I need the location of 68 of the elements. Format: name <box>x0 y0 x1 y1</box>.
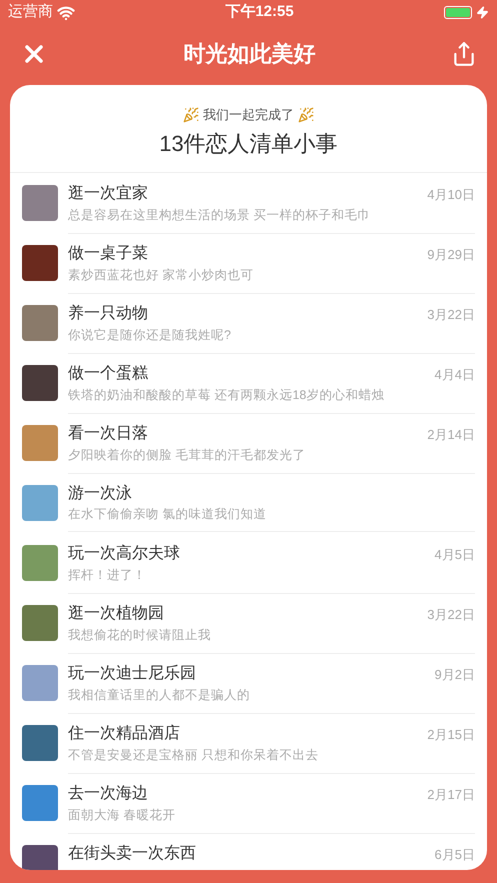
item-title: 做一个蛋糕 <box>68 362 148 382</box>
item-subtitle: 面朝大海 春暖花开 <box>68 807 176 824</box>
photo-placeholder <box>22 484 58 520</box>
page-title: 时光如此美好 <box>184 40 316 68</box>
item-subtitle: 我想偷花的时候请阻止我 <box>68 627 212 644</box>
list-item[interactable]: 逛一次植物园 3月22日 我想偷花的时候请阻止我 <box>10 592 487 652</box>
list-item[interactable]: 游一次泳 在水下偷偷亲吻 氯的味道我们知道 <box>10 472 487 532</box>
photo-placeholder <box>22 784 58 820</box>
list-item[interactable]: 在街头卖一次东西 6月5日 <box>10 832 487 870</box>
item-subtitle: 不管是安曼还是宝格丽 只想和你呆着不出去 <box>68 747 320 764</box>
photo-placeholder <box>22 544 58 580</box>
item-title: 游一次泳 <box>68 482 132 502</box>
completion-headline: 13件恋人清单小事 <box>159 130 338 158</box>
item-date: 2月17日 <box>427 786 475 804</box>
item-title: 在街头卖一次东西 <box>68 842 196 862</box>
photo-placeholder <box>22 184 58 220</box>
carrier-name: 运营商 <box>8 2 53 22</box>
item-date: 4月5日 <box>434 546 475 564</box>
photo-placeholder <box>22 304 58 340</box>
list-item[interactable]: 逛一次宜家 4月10日 总是容易在这里构想生活的场景 买一样的杯子和毛巾 <box>10 172 487 232</box>
battery-icon <box>444 6 472 19</box>
item-subtitle: 在水下偷偷亲吻 氯的味道我们知道 <box>68 506 268 522</box>
wifi-icon <box>57 4 75 22</box>
item-date: 2月15日 <box>427 726 475 744</box>
item-subtitle: 铁塔的奶油和酸酸的草莓 还有两颗永远18岁的心和蜡烛 <box>68 387 386 404</box>
photo-placeholder <box>22 604 58 640</box>
item-title: 看一次日落 <box>68 422 148 442</box>
list-item[interactable]: 养一只动物 3月22日 你说它是随你还是随我姓呢? <box>10 292 487 352</box>
item-date: 9月2日 <box>434 666 475 684</box>
item-date: 2月14日 <box>427 426 475 444</box>
item-date: 6月5日 <box>434 846 475 864</box>
charging-icon <box>476 6 489 19</box>
item-subtitle: 你说它是随你还是随我姓呢? <box>68 327 232 344</box>
item-date: 4月10日 <box>427 186 475 204</box>
photo-placeholder <box>22 424 58 460</box>
status-time: 下午12:55 <box>225 2 294 22</box>
photo-placeholder <box>22 664 58 700</box>
list-item[interactable]: 看一次日落 2月14日 夕阳映着你的侧脸 毛茸茸的汗毛都发光了 <box>10 412 487 472</box>
item-date: 3月22日 <box>427 606 475 624</box>
photo-placeholder <box>22 244 58 280</box>
item-title: 玩一次迪士尼乐园 <box>68 662 196 682</box>
item-title: 养一只动物 <box>68 302 148 322</box>
list-item[interactable]: 玩一次迪士尼乐园 9月2日 我相信童话里的人都不是骗人的 <box>10 652 487 712</box>
item-title: 玩一次高尔夫球 <box>68 542 180 562</box>
item-date: 9月29日 <box>427 246 475 264</box>
party-popper-icon <box>183 106 199 123</box>
list-item[interactable]: 玩一次高尔夫球 4月5日 挥杆！进了！ <box>10 532 487 592</box>
item-title: 逛一次植物园 <box>68 602 164 622</box>
completion-caption: 我们一起完成了 <box>203 106 294 124</box>
item-title: 住一次精品酒店 <box>68 722 180 742</box>
item-subtitle: 我相信童话里的人都不是骗人的 <box>68 687 251 704</box>
item-date: 4月4日 <box>434 366 475 384</box>
item-subtitle: 挥杆！进了！ <box>68 567 147 584</box>
list-item[interactable]: 去一次海边 2月17日 面朝大海 春暖花开 <box>10 772 487 832</box>
list-item[interactable]: 住一次精品酒店 2月15日 不管是安曼还是宝格丽 只想和你呆着不出去 <box>10 712 487 772</box>
item-subtitle: 素炒西蓝花也好 家常小炒肉也可 <box>68 267 254 284</box>
list-item[interactable]: 做一桌子菜 9月29日 素炒西蓝花也好 家常小炒肉也可 <box>10 232 487 292</box>
list-item[interactable]: 做一个蛋糕 4月4日 铁塔的奶油和酸酸的草莓 还有两颗永远18岁的心和蜡烛 <box>10 352 487 412</box>
photo-placeholder <box>22 364 58 400</box>
item-subtitle: 总是容易在这里构想生活的场景 买一样的杯子和毛巾 <box>68 207 372 224</box>
photo-placeholder <box>22 844 58 870</box>
item-title: 做一桌子菜 <box>68 242 148 262</box>
item-subtitle: 夕阳映着你的侧脸 毛茸茸的汗毛都发光了 <box>68 447 306 464</box>
photo-placeholder <box>22 724 58 760</box>
party-popper-icon <box>298 106 314 123</box>
item-date: 3月22日 <box>427 306 475 324</box>
item-title: 去一次海边 <box>68 782 148 802</box>
item-title: 逛一次宜家 <box>68 182 148 202</box>
